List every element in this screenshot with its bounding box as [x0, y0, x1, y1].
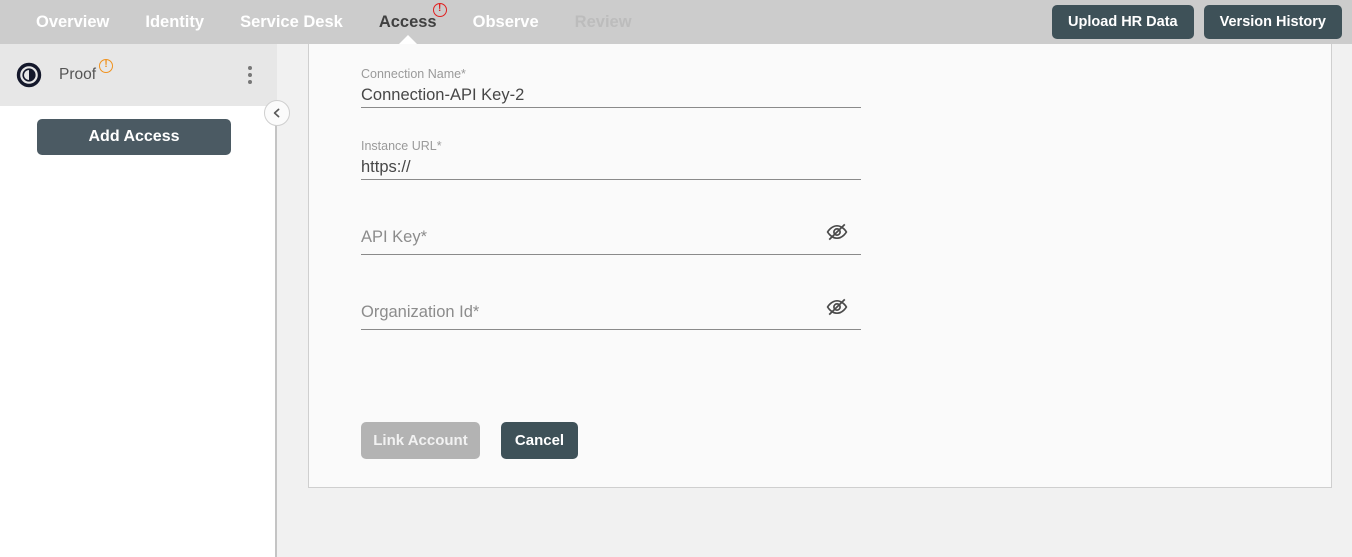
instance-url-label: Instance URL* — [361, 139, 442, 153]
connection-name-label: Connection Name* — [361, 67, 466, 81]
nav-tab-list: Overview Identity Service Desk Access Ob… — [18, 0, 650, 44]
tab-overview[interactable]: Overview — [18, 0, 127, 44]
proof-eye-logo-icon — [16, 62, 42, 88]
sidebar-org-name: Proof — [59, 66, 97, 83]
add-access-button[interactable]: Add Access — [37, 119, 231, 155]
warning-icon — [99, 59, 114, 77]
instance-url-input[interactable]: https:// — [361, 154, 861, 180]
active-tab-caret — [398, 35, 417, 44]
main-content-area: Connection Name* Connection-API Key-2 In… — [279, 44, 1352, 557]
tab-observe-label: Observe — [472, 13, 539, 31]
link-account-button[interactable]: Link Account — [361, 422, 480, 459]
tab-review-label: Review — [574, 13, 632, 31]
tab-service-desk[interactable]: Service Desk — [222, 0, 361, 44]
cancel-button[interactable]: Cancel — [501, 422, 578, 459]
version-history-button[interactable]: Version History — [1203, 5, 1342, 39]
kebab-menu-icon[interactable] — [248, 66, 252, 84]
field-api-key: API Key* — [361, 210, 861, 255]
left-sidebar: Proof Add Access — [0, 44, 277, 557]
tab-access-label: Access — [378, 13, 437, 31]
eye-off-icon[interactable] — [825, 295, 849, 319]
field-connection-name: Connection Name* Connection-API Key-2 — [361, 66, 861, 108]
sidebar-org-name-wrap: Proof — [59, 59, 114, 84]
tab-access[interactable]: Access — [361, 0, 455, 44]
top-navigation-bar: Overview Identity Service Desk Access Ob… — [0, 0, 1352, 44]
chevron-left-icon — [271, 107, 283, 119]
api-key-input[interactable]: API Key* — [361, 210, 861, 255]
field-organization-id: Organization Id* — [361, 285, 861, 330]
upload-hr-data-button[interactable]: Upload HR Data — [1052, 5, 1194, 39]
tab-identity[interactable]: Identity — [127, 0, 222, 44]
tab-review: Review — [557, 0, 650, 44]
connection-name-input[interactable]: Connection-API Key-2 — [361, 82, 861, 108]
sidebar-item-proof[interactable]: Proof — [0, 44, 277, 106]
alert-icon — [432, 3, 447, 47]
add-access-container: Add Access — [0, 106, 275, 155]
tab-service-desk-label: Service Desk — [240, 13, 343, 31]
topbar-actions: Upload HR Data Version History — [1052, 5, 1342, 39]
eye-off-icon[interactable] — [825, 220, 849, 244]
app-root: Overview Identity Service Desk Access Ob… — [0, 0, 1352, 557]
tab-observe[interactable]: Observe — [455, 0, 557, 44]
sidebar-collapse-button[interactable] — [264, 100, 290, 126]
field-instance-url: Instance URL* https:// — [361, 138, 861, 180]
form-actions: Link Account Cancel — [361, 422, 578, 459]
connection-form-card: Connection Name* Connection-API Key-2 In… — [308, 44, 1332, 488]
organization-id-input[interactable]: Organization Id* — [361, 285, 861, 330]
connection-form: Connection Name* Connection-API Key-2 In… — [361, 66, 861, 360]
tab-overview-label: Overview — [36, 13, 110, 31]
tab-identity-label: Identity — [145, 13, 205, 31]
